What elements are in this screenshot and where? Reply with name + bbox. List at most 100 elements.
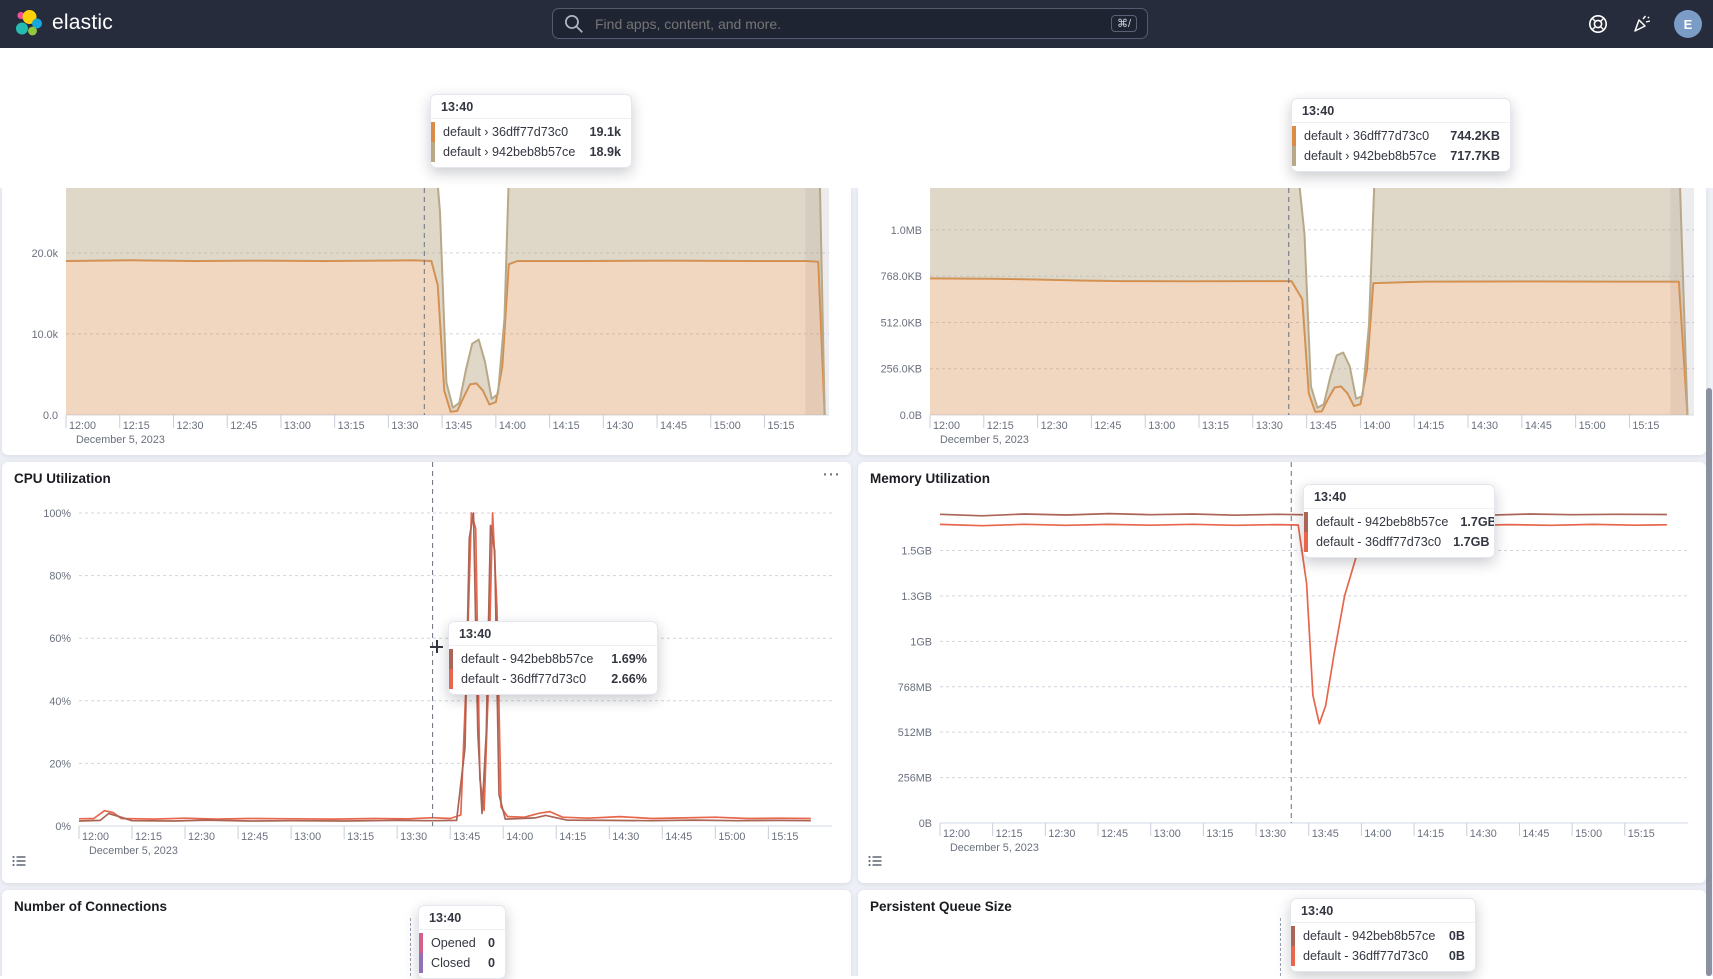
svg-text:1.3GB: 1.3GB — [901, 591, 932, 603]
svg-text:256MB: 256MB — [898, 773, 932, 785]
svg-text:15:15: 15:15 — [1628, 828, 1655, 840]
help-icon[interactable] — [1587, 13, 1609, 40]
svg-text:12:15: 12:15 — [123, 420, 150, 432]
user-avatar[interactable]: E — [1674, 10, 1702, 38]
svg-text:1GB: 1GB — [910, 636, 932, 648]
global-search[interactable]: ⌘/ — [552, 8, 1148, 39]
panel-title: Persistent Queue Size — [870, 899, 1012, 914]
memory-line-chart[interactable]: 1.5GB1.3GB1GB768MB512MB256MB0B12:0012:15… — [858, 462, 1706, 883]
tooltip-row: default - 36dff77d73c00B — [1291, 946, 1475, 966]
svg-text:12:45: 12:45 — [1094, 420, 1121, 432]
tooltip-time: 13:40 — [1304, 485, 1494, 509]
svg-text:13:15: 13:15 — [338, 420, 365, 432]
svg-text:13:00: 13:00 — [1154, 828, 1181, 840]
tooltip-time: 13:40 — [1291, 899, 1475, 923]
svg-text:December 5, 2023: December 5, 2023 — [76, 434, 165, 446]
svg-text:14:15: 14:15 — [1417, 420, 1444, 432]
svg-text:13:15: 13:15 — [347, 831, 374, 843]
svg-text:14:00: 14:00 — [506, 831, 533, 843]
global-search-input[interactable] — [593, 15, 1103, 33]
tooltip-queue: 13:40 default - 942beb8b57ce0B default -… — [1290, 898, 1476, 972]
svg-text:13:45: 13:45 — [1312, 828, 1339, 840]
svg-text:768MB: 768MB — [898, 682, 932, 694]
panel-title: Memory Utilization — [870, 471, 990, 486]
crosshair-line — [1280, 918, 1281, 976]
crosshair-line — [410, 918, 411, 976]
svg-text:1.5GB: 1.5GB — [901, 546, 932, 558]
svg-text:12:00: 12:00 — [69, 420, 96, 432]
tooltip-memory: 13:40 default - 942beb8b57ce1.7GB defaul… — [1303, 484, 1495, 558]
elastic-logo-icon — [14, 9, 42, 37]
search-shortcut-badge: ⌘/ — [1111, 15, 1137, 32]
series-color-marker — [419, 953, 423, 973]
svg-text:20.0k: 20.0k — [32, 248, 59, 260]
panel-title: Number of Connections — [14, 899, 167, 914]
search-icon — [563, 13, 585, 35]
svg-text:14:30: 14:30 — [612, 831, 639, 843]
svg-text:12:30: 12:30 — [176, 420, 203, 432]
svg-text:14:00: 14:00 — [1364, 828, 1391, 840]
svg-text:14:45: 14:45 — [665, 831, 692, 843]
news-party-icon[interactable] — [1631, 13, 1653, 40]
svg-text:12:15: 12:15 — [135, 831, 162, 843]
tooltip-row: Opened0 — [419, 933, 505, 953]
svg-text:13:45: 13:45 — [445, 420, 472, 432]
cpu-line-chart[interactable]: 100%80%60%40%20%0%12:0012:1512:3012:4513… — [2, 462, 851, 883]
svg-text:12:45: 12:45 — [1101, 828, 1128, 840]
tooltip-row: default › 36dff77d73c0744.2KB — [1292, 126, 1510, 146]
svg-text:512.0KB: 512.0KB — [881, 317, 922, 329]
svg-text:12:30: 12:30 — [188, 831, 215, 843]
svg-text:14:30: 14:30 — [1471, 420, 1498, 432]
panel-options-icon[interactable]: ⋯ — [822, 464, 841, 485]
series-color-marker — [1304, 512, 1308, 532]
series-color-marker — [431, 122, 435, 142]
series-color-marker — [431, 142, 435, 162]
svg-text:14:00: 14:00 — [1363, 420, 1390, 432]
tooltip-cpu: 13:40 default - 942beb8b57ce1.69% defaul… — [448, 621, 658, 695]
svg-text:100%: 100% — [43, 508, 71, 520]
panel-events-chart: 20.0k10.0k0.012:0012:1512:3012:4513:0013… — [2, 188, 851, 455]
tooltip-row: default › 942beb8b57ce18.9k — [431, 142, 631, 162]
svg-text:256.0KB: 256.0KB — [881, 364, 922, 376]
svg-text:14:45: 14:45 — [660, 420, 687, 432]
panel-cpu-utilization: 100%80%60%40%20%0%12:0012:1512:3012:4513… — [2, 462, 851, 883]
svg-text:12:30: 12:30 — [1041, 420, 1068, 432]
svg-text:15:00: 15:00 — [718, 831, 745, 843]
svg-text:14:15: 14:15 — [1417, 828, 1444, 840]
bytes-area-chart[interactable]: 1.0MB768.0KB512.0KB256.0KB0.0B12:0012:15… — [858, 188, 1706, 455]
tooltip-row: default - 942beb8b57ce0B — [1291, 926, 1475, 946]
tooltip-row: default - 942beb8b57ce1.69% — [449, 649, 657, 669]
tooltip-row: Closed0 — [419, 953, 505, 973]
series-color-marker — [1292, 146, 1296, 166]
svg-text:14:15: 14:15 — [559, 831, 586, 843]
svg-text:15:00: 15:00 — [1575, 828, 1602, 840]
svg-text:13:45: 13:45 — [453, 831, 480, 843]
legend-toggle-icon[interactable] — [867, 853, 883, 874]
svg-text:14:30: 14:30 — [1470, 828, 1497, 840]
svg-text:0B: 0B — [919, 818, 932, 830]
svg-text:0.0: 0.0 — [43, 410, 58, 422]
svg-text:0.0B: 0.0B — [900, 410, 922, 422]
tooltip-row: default - 36dff77d73c01.7GB — [1304, 532, 1494, 552]
series-color-marker — [1291, 946, 1295, 966]
elastic-logo[interactable]: elastic — [14, 9, 113, 37]
legend-toggle-icon[interactable] — [11, 853, 27, 874]
scrollbar-thumb[interactable] — [1706, 388, 1712, 976]
top-header-bar: elastic ⌘/ E — [0, 0, 1713, 48]
svg-text:December 5, 2023: December 5, 2023 — [940, 434, 1029, 446]
svg-text:December 5, 2023: December 5, 2023 — [89, 845, 178, 857]
svg-text:12:30: 12:30 — [1048, 828, 1075, 840]
svg-text:15:15: 15:15 — [1632, 420, 1659, 432]
series-color-marker — [1291, 926, 1295, 946]
svg-text:13:45: 13:45 — [1310, 420, 1337, 432]
svg-text:60%: 60% — [49, 633, 71, 645]
svg-text:768.0KB: 768.0KB — [881, 271, 922, 283]
dashboard-grid: 20.0k10.0k0.012:0012:1512:3012:4513:0013… — [0, 188, 1713, 976]
svg-text:0%: 0% — [55, 821, 71, 833]
tooltip-row: default - 36dff77d73c02.66% — [449, 669, 657, 689]
svg-text:12:00: 12:00 — [943, 828, 970, 840]
svg-text:13:00: 13:00 — [294, 831, 321, 843]
svg-text:15:15: 15:15 — [771, 831, 798, 843]
svg-text:80%: 80% — [49, 571, 71, 583]
events-area-chart[interactable]: 20.0k10.0k0.012:0012:1512:3012:4513:0013… — [2, 188, 851, 455]
